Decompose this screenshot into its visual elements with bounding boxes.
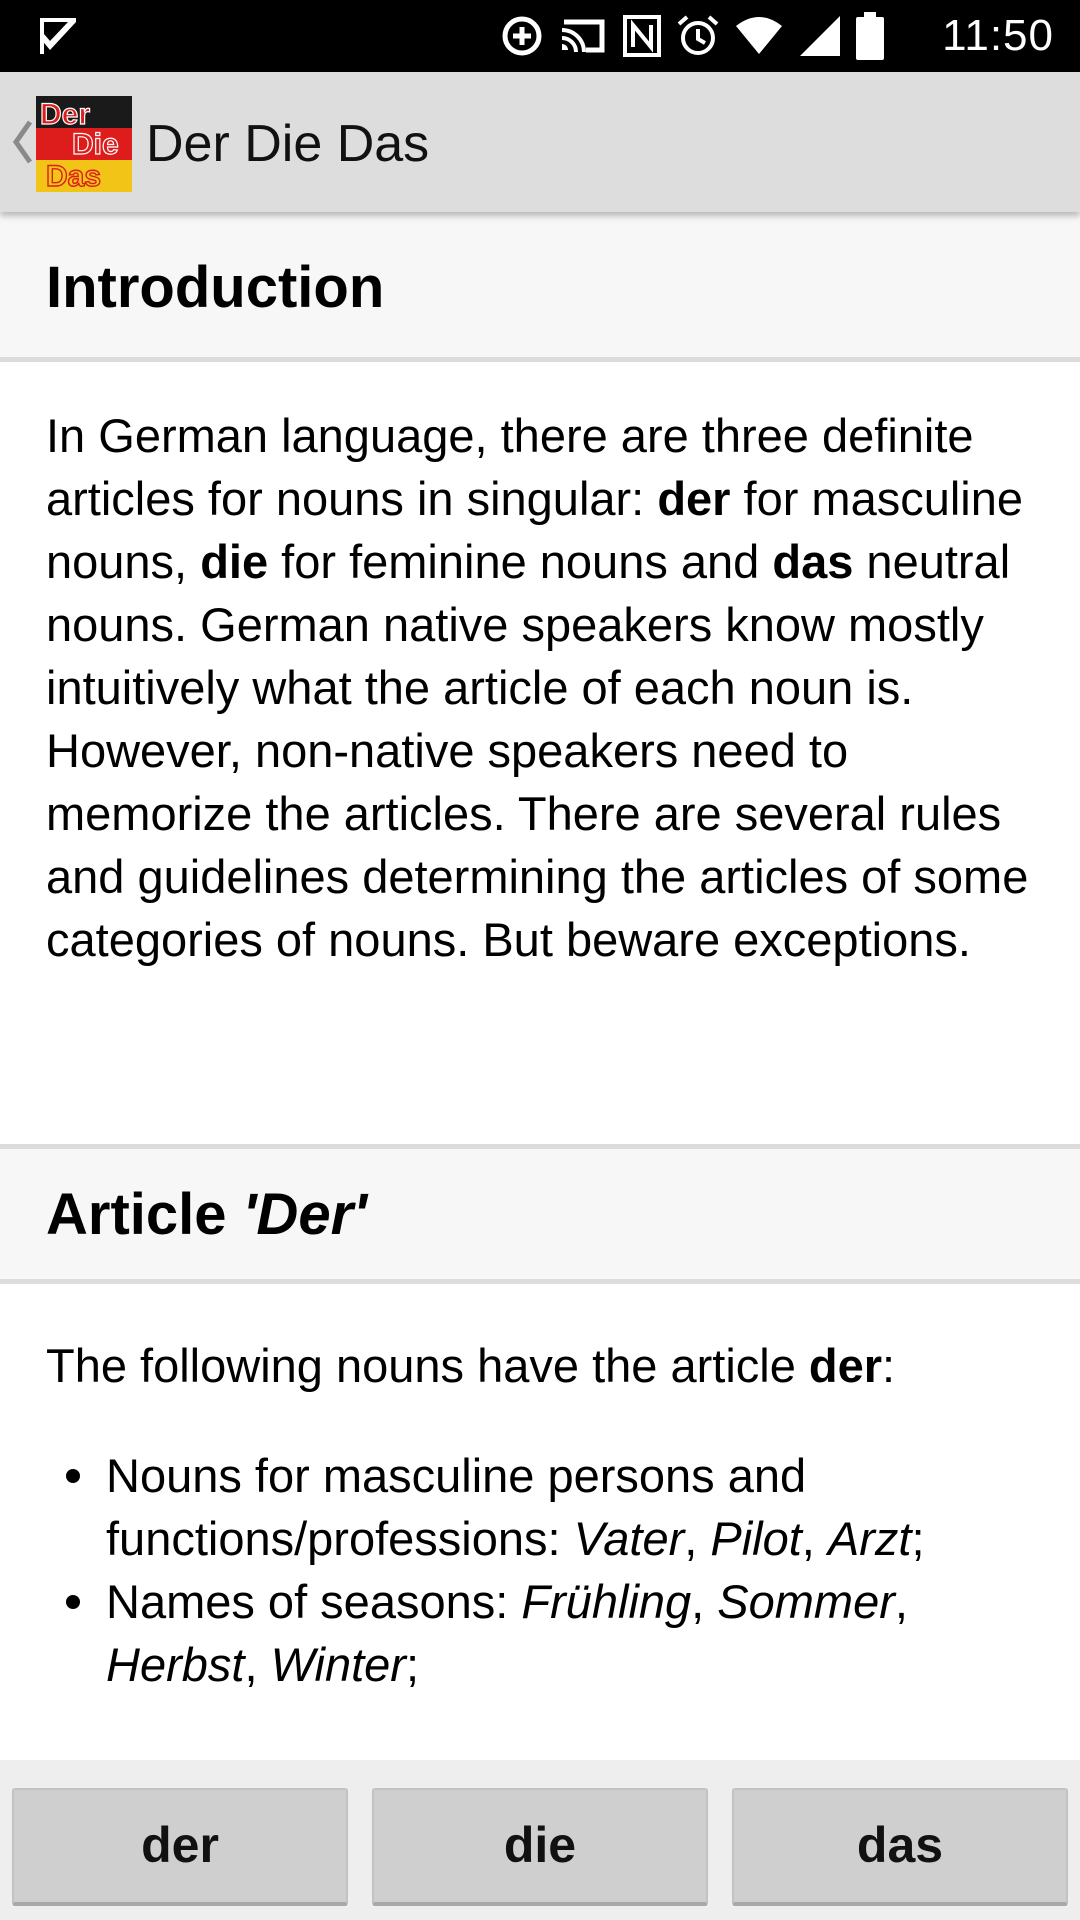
article-der-intro: The following nouns have the article der… [46, 1334, 1046, 1397]
logo-word-der: Der [40, 98, 90, 131]
intro-article-der: der [657, 472, 731, 525]
signal-icon [798, 14, 842, 58]
der-button[interactable]: der [12, 1788, 348, 1906]
intro-text-part: neutral nouns. German native speakers kn… [46, 535, 1029, 966]
nfc-icon [622, 14, 662, 58]
intro-article-das: das [772, 535, 854, 588]
list-item: Nouns for masculine persons and function… [46, 1444, 1046, 1570]
rule-example: Sommer [717, 1575, 895, 1628]
section-title-prefix: Article [46, 1182, 243, 1247]
logo-word-die: Die [72, 128, 119, 161]
bottom-button-bar: der die das [0, 1760, 1080, 1920]
rule-example: Herbst [106, 1638, 245, 1691]
bullet-icon [66, 1469, 80, 1483]
rule-example: Pilot [710, 1512, 802, 1565]
status-icons [500, 12, 884, 60]
content-scroll-area[interactable]: Introduction In German language, there a… [0, 212, 1080, 1760]
der-intro-text: The following nouns have the article [46, 1339, 809, 1392]
rule-text: Nouns for masculine persons and function… [106, 1449, 807, 1565]
notification-check-icon [36, 14, 80, 58]
app-bar: Der Die Das Der Die Das [0, 72, 1080, 212]
cast-icon [558, 14, 608, 58]
bullet-icon [66, 1595, 80, 1609]
logo-word-das: Das [46, 160, 101, 192]
section-header-article-der: Article 'Der' [0, 1144, 1080, 1284]
wifi-icon [734, 14, 784, 58]
article-der-rules-list: Nouns for masculine persons and function… [46, 1444, 1046, 1696]
die-button[interactable]: die [372, 1788, 708, 1906]
app-title: Der Die Das [146, 115, 430, 173]
rule-example: Winter [270, 1638, 406, 1691]
introduction-text: In German language, there are three defi… [46, 404, 1046, 971]
rule-text: Names of seasons: [106, 1575, 522, 1628]
intro-article-die: die [200, 535, 269, 588]
section-title-article-der: Article 'Der' [46, 1181, 367, 1249]
section-header-introduction: Introduction [0, 212, 1080, 362]
back-chevron-icon[interactable] [10, 112, 34, 172]
der-intro-colon: : [882, 1339, 896, 1392]
alarm-icon [676, 14, 720, 58]
battery-icon [856, 12, 884, 60]
section-title-word: 'Der' [242, 1182, 367, 1247]
data-saver-icon [500, 14, 544, 58]
app-logo[interactable]: Der Die Das [36, 96, 132, 192]
intro-text-part: for feminine nouns and [268, 535, 773, 588]
rule-example: Arzt [827, 1512, 912, 1565]
das-button[interactable]: das [732, 1788, 1068, 1906]
der-intro-article: der [808, 1339, 883, 1392]
list-item: Names of seasons: Frühling, Sommer, Herb… [46, 1570, 1046, 1696]
status-bar: 11:50 [0, 0, 1080, 72]
section-title-introduction: Introduction [46, 255, 385, 320]
status-time: 11:50 [942, 11, 1054, 60]
rule-example: Frühling [521, 1575, 692, 1628]
rule-example: Vater [573, 1512, 685, 1565]
